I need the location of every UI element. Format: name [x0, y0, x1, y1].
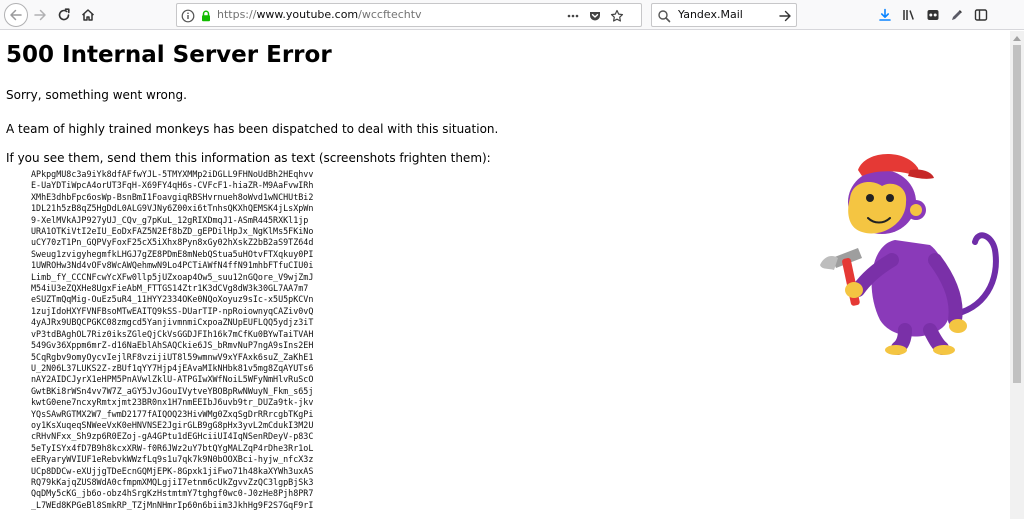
url-host: www.youtube.com — [256, 8, 359, 21]
pen-icon — [952, 10, 962, 20]
debug-info-text[interactable]: APkpgMU8c3a9iYk8dfAFfwYJL-5TMYXMMp2iDGLL… — [31, 169, 313, 511]
url-text[interactable]: https://www.youtube.com/wccftechtv — [217, 7, 422, 23]
library-icon — [903, 10, 914, 20]
page-actions-button[interactable] — [566, 8, 580, 27]
monkey-illustration — [820, 153, 999, 355]
url-path: /wccftechtv — [358, 8, 422, 21]
forward-arrow-icon — [34, 9, 46, 21]
search-bar[interactable]: Yandex.Mail — [651, 3, 797, 27]
reload-button[interactable] — [53, 4, 75, 26]
search-input[interactable]: Yandex.Mail — [678, 7, 743, 23]
pocket-icon — [590, 12, 600, 21]
forward-button[interactable] — [29, 4, 51, 26]
extension-button[interactable] — [946, 4, 968, 26]
scrollbar-thumb[interactable] — [1013, 45, 1021, 383]
vertical-scrollbar[interactable] — [1010, 31, 1024, 519]
scroll-up-arrow-icon[interactable] — [1013, 35, 1021, 41]
search-icon — [657, 8, 671, 27]
url-scheme: https:// — [217, 8, 257, 21]
arrow-right-icon — [779, 10, 791, 22]
pocket-button[interactable] — [588, 8, 602, 27]
url-bar[interactable]: https://www.youtube.com/wccftechtv — [176, 3, 642, 27]
error-detail: A team of highly trained monkeys has bee… — [6, 122, 499, 136]
lock-icon[interactable] — [199, 8, 213, 27]
error-message: Sorry, something went wrong. — [6, 88, 187, 102]
site-info-icon[interactable] — [181, 8, 195, 27]
download-icon — [879, 8, 891, 21]
bookmark-star-icon — [610, 9, 624, 22]
mask-icon — [927, 10, 939, 20]
page-title: 500 Internal Server Error — [6, 42, 332, 68]
library-button[interactable] — [898, 4, 920, 26]
home-button[interactable] — [77, 4, 99, 26]
home-icon — [81, 9, 95, 21]
sidebar-icon — [974, 9, 988, 21]
reload-icon — [58, 8, 70, 21]
bookmark-button[interactable] — [610, 8, 624, 27]
error-instruction: If you see them, send them this informat… — [6, 151, 491, 165]
downloads-button[interactable] — [874, 4, 896, 26]
back-arrow-icon — [10, 9, 22, 21]
browser-toolbar: https://www.youtube.com/wccftechtv Yande… — [0, 0, 1024, 30]
search-go-button[interactable] — [778, 8, 792, 27]
chevron-down-icon — [567, 14, 579, 18]
back-button[interactable] — [4, 3, 28, 27]
private-browsing-button[interactable] — [922, 4, 944, 26]
sidebar-button[interactable] — [970, 4, 992, 26]
